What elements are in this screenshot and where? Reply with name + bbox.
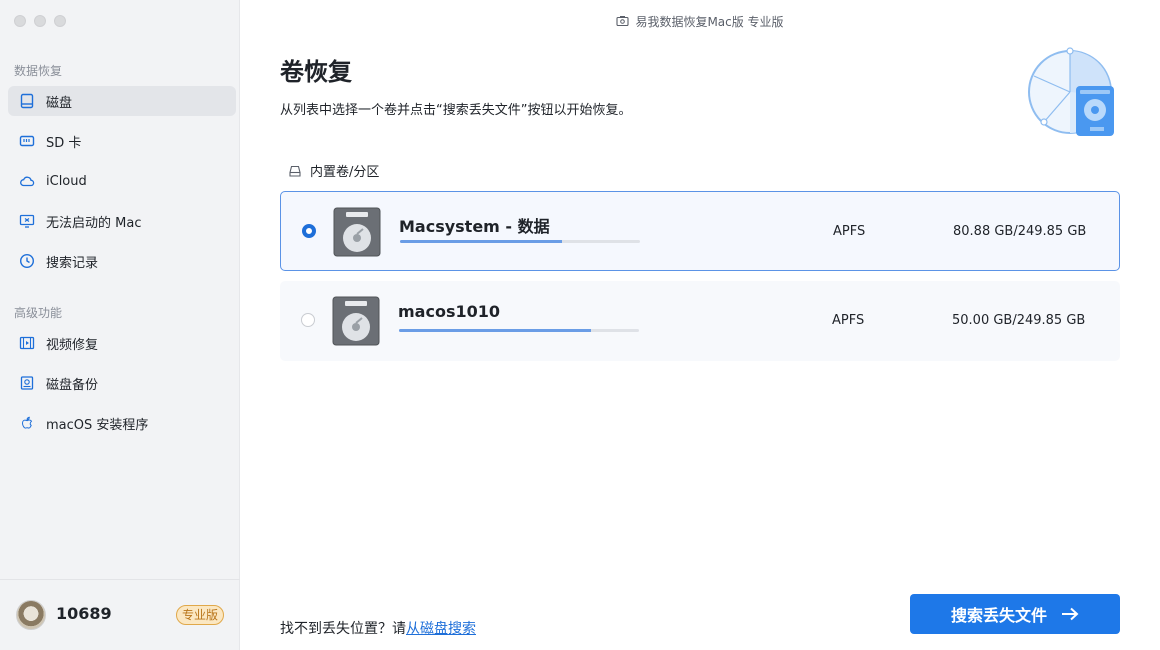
volume-usage-bar [399, 329, 639, 332]
sidebar-item-video-repair[interactable]: 视频修复 [8, 328, 236, 358]
minimize-window-button[interactable] [34, 15, 46, 27]
monitor-icon [18, 212, 36, 230]
app-logo-icon [616, 15, 629, 27]
sidebar-item-icloud[interactable]: iCloud [8, 166, 236, 196]
zoom-window-button[interactable] [54, 15, 66, 27]
apple-icon [18, 414, 36, 432]
volume-list-header-label: 内置卷/分区 [310, 165, 380, 180]
volume-filesystem: APFS [832, 313, 865, 328]
sidebar-item-label: 磁盘 [46, 95, 73, 111]
sidebar-item-macos-installer[interactable]: macOS 安装程序 [8, 408, 236, 438]
avatar[interactable] [16, 600, 46, 630]
sidebar-item-label: 视频修复 [46, 337, 99, 353]
hard-drive-icon [333, 207, 381, 257]
pro-edition-badge: 专业版 [176, 605, 225, 625]
scan-button-label: 搜索丢失文件 [950, 606, 1047, 625]
sidebar-item-unbootable-mac[interactable]: 无法启动的 Mac [8, 206, 236, 236]
volume-radio[interactable] [301, 313, 315, 327]
section-title-data-recovery: 数据恢复 [14, 64, 63, 78]
volume-filesystem: APFS [833, 224, 866, 239]
arrow-right-icon [1061, 607, 1079, 621]
hard-drive-icon [332, 296, 380, 346]
volume-recovery-illustration [1024, 46, 1120, 138]
volume-row-macos1010[interactable]: macos1010 APFS 50.00 GB/249.85 GB [280, 281, 1120, 361]
volume-usage-fill [399, 329, 591, 332]
window-title-bar: 易我数据恢复Mac版 专业版 [240, 0, 1160, 42]
volume-radio[interactable] [302, 224, 316, 238]
search-from-disk-hint: 找不到丢失位置？请从磁盘搜索 [280, 618, 476, 638]
hint-text: 找不到丢失位置？请 [280, 621, 406, 637]
search-from-disk-link[interactable]: 从磁盘搜索 [406, 621, 476, 637]
volume-usage-fill [400, 240, 562, 243]
volume-row-macsystem-data[interactable]: Macsystem - 数据 APFS 80.88 GB/249.85 GB [280, 191, 1120, 271]
sidebar-item-disk-backup[interactable]: 磁盘备份 [8, 368, 236, 398]
page-title: 卷恢复 [280, 58, 352, 86]
sidebar-item-label: macOS 安装程序 [46, 417, 149, 433]
backup-icon [18, 374, 36, 392]
sidebar-item-label: 无法启动的 Mac [46, 215, 142, 231]
user-name: 10689 [56, 604, 112, 623]
volume-size: 80.88 GB/249.85 GB [953, 224, 1087, 239]
disk-icon [18, 92, 36, 110]
window-title: 易我数据恢复Mac版 专业版 [635, 14, 784, 29]
window-controls [14, 15, 66, 27]
page-description: 从列表中选择一个卷并点击“搜索丢失文件”按钮以开始恢复。 [280, 103, 632, 118]
sidebar-item-label: SD 卡 [46, 135, 82, 151]
user-account-bar: 10689 专业版 [0, 579, 240, 650]
sidebar: 数据恢复 磁盘 SD 卡 iCloud 无法启动的 Mac 搜索记录 高级功能 [0, 0, 240, 650]
sidebar-item-search-history[interactable]: 搜索记录 [8, 246, 236, 276]
scan-lost-files-button[interactable]: 搜索丢失文件 [910, 594, 1120, 634]
sidebar-item-label: 搜索记录 [46, 255, 99, 271]
film-icon [18, 334, 36, 352]
sidebar-item-label: iCloud [46, 173, 87, 189]
internal-drive-icon [288, 164, 302, 178]
volume-name: Macsystem - 数据 [399, 217, 550, 236]
sidebar-item-sd-card[interactable]: SD 卡 [8, 126, 236, 156]
volume-size: 50.00 GB/249.85 GB [952, 313, 1086, 328]
sidebar-item-label: 磁盘备份 [46, 377, 99, 393]
sidebar-item-disk[interactable]: 磁盘 [8, 86, 236, 116]
close-window-button[interactable] [14, 15, 26, 27]
clock-icon [18, 252, 36, 270]
volume-name: macos1010 [398, 302, 500, 321]
section-title-advanced: 高级功能 [14, 306, 63, 320]
volume-usage-bar [400, 240, 640, 243]
sd-card-icon [18, 132, 36, 150]
volume-list-header: 内置卷/分区 [288, 161, 379, 180]
cloud-icon [18, 172, 36, 190]
